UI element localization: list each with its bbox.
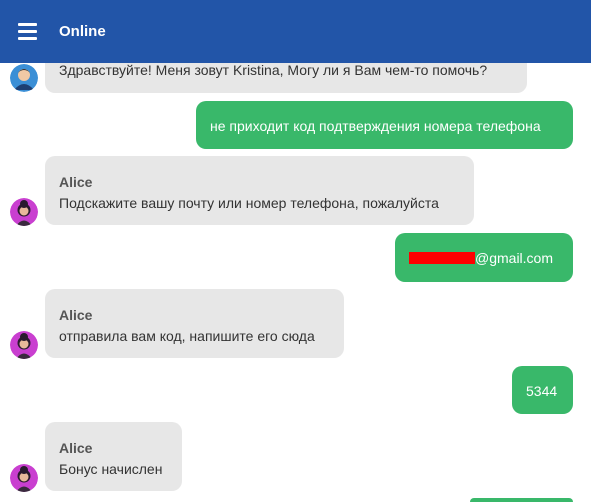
user-message-bubble-partial (470, 498, 573, 502)
sender-name: Alice (59, 174, 93, 190)
bot-avatar-alice (10, 331, 38, 359)
chat-header: Online (0, 0, 591, 63)
chat-thread: Здравствуйте! Меня зовут Kristina, Могу … (0, 0, 591, 502)
status-title: Online (59, 23, 106, 40)
message-text: Здравствуйте! Меня зовут Kristina, Могу … (59, 62, 488, 78)
user-message-bubble: 5344 (512, 366, 573, 414)
bot-message-bubble: Alice отправила вам код, напишите его сю… (45, 289, 344, 358)
sender-name: Alice (59, 307, 93, 323)
bot-message-bubble: Alice Подскажите вашу почту или номер те… (45, 156, 474, 225)
message-text: @gmail.com (409, 250, 553, 266)
message-text: 5344 (526, 383, 558, 399)
user-message-bubble: не приходит код подтверждения номера тел… (196, 101, 573, 149)
email-domain: @gmail.com (475, 250, 554, 266)
message-text: Подскажите вашу почту или номер телефона… (59, 195, 439, 211)
bot-avatar-kristina (10, 64, 38, 92)
message-text: не приходит код подтверждения номера тел… (210, 118, 541, 134)
bot-message-bubble: Alice Бонус начислен (45, 422, 182, 491)
sender-name: Alice (59, 440, 93, 456)
user-message-bubble: @gmail.com (395, 233, 573, 282)
bot-avatar-alice (10, 198, 38, 226)
message-text: Бонус начислен (59, 461, 163, 477)
bot-avatar-alice (10, 464, 38, 492)
redaction-mark (409, 252, 475, 264)
message-text: отправила вам код, напишите его сюда (59, 328, 315, 344)
hamburger-menu-icon[interactable] (16, 20, 38, 42)
